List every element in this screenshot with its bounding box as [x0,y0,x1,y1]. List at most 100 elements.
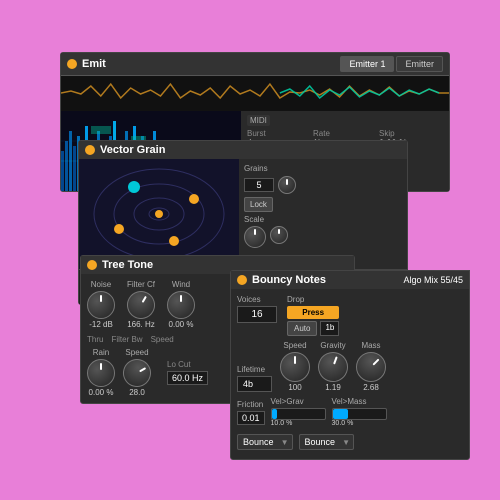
speed-label-tt: Speed [151,335,174,344]
drop-1b: 1b [320,321,339,336]
friction-label: Friction [237,400,265,409]
noise-value: -12 dB [89,320,113,329]
bn-vel-grav-col: Vel>Grav 10.0 % [271,397,326,427]
vg-status-dot [85,145,95,155]
lock-button[interactable]: Lock [244,197,273,212]
vg-title-bar: Vector Grain [79,141,407,159]
vg-body: Grains 5 Lock Scale [79,159,407,269]
vg-title: Vector Grain [100,144,165,156]
bounce1-label: Bounce [243,437,274,447]
filter-cf-value: 166. Hz [127,320,155,329]
emit-title: Emit [82,58,106,70]
emit-tab-2[interactable]: Emitter [396,56,443,72]
vg-right: Grains 5 Lock Scale [239,159,407,269]
drop-auto-button[interactable]: Auto [287,321,317,336]
friction-value: 0.01 [237,411,265,425]
bn-body: Voices 16 Drop Press Auto 1b Lifetime 4b… [231,289,469,459]
mass-label: Mass [361,341,380,350]
tt-lo-cut-col: Lo Cut 60.0 Hz [167,360,208,385]
vel-grav-bar[interactable] [271,408,326,420]
vel-grav-value: 10.0 % [271,420,326,427]
midi-label: MIDI [247,115,270,126]
vel-mass-label: Vel>Mass [332,397,387,406]
tt-wind-col: Wind 0.00 % [167,280,195,329]
algo-value: 55/45 [440,275,463,285]
bn-algo: Algo Mix 55/45 [403,275,463,285]
filter-bw-label: Filter Bw [111,335,142,344]
scale-knob-2[interactable] [270,226,288,244]
tt-filter-cf-col: Filter Cf 166. Hz [127,280,155,329]
bn-row1: Voices 16 Drop Press Auto 1b [237,295,463,336]
tt-title: Tree Tone [102,259,153,271]
vg-orbit [79,159,239,269]
vg-grains-section: Grains 5 Lock [244,164,402,212]
bn-status-dot [237,275,247,285]
scale-label: Scale [244,215,264,224]
bn-vel-mass-col: Vel>Mass 30.0 % [332,397,387,427]
grains-value[interactable]: 5 [244,178,274,192]
wind-knob[interactable] [167,291,195,319]
drop-press-button[interactable]: Press [287,306,339,319]
vel-mass-value: 30.0 % [332,420,387,427]
tt-noise-col: Noise -12 dB [87,280,115,329]
chevron-down-icon-1: ▼ [281,438,289,447]
bn-title-bar: Bouncy Notes Algo Mix 55/45 [231,271,469,289]
bn-friction-row: Friction 0.01 Vel>Grav 10.0 % Vel>Mass 3… [237,397,463,427]
bn-drop-col: Drop Press Auto 1b [287,295,339,336]
rain-value: 0.00 % [89,388,114,397]
gravity-knob[interactable] [314,348,352,386]
grains-knob[interactable] [278,176,296,194]
filter-cf-knob[interactable] [122,286,160,324]
lifetime-value[interactable]: 4b [237,376,272,392]
tt-rain-col: Rain 0.00 % [87,348,115,397]
skip-label: Skip [379,129,443,138]
bounce-dropdown-1[interactable]: Bounce ▼ [237,434,293,450]
wind-label: Wind [172,280,190,289]
vel-mass-bar[interactable] [332,408,387,420]
emit-waveform [61,76,449,111]
rate-label: Rate [313,129,377,138]
mass-knob[interactable] [350,346,392,388]
bouncy-notes-panel: Bouncy Notes Algo Mix 55/45 Voices 16 Dr… [230,270,470,460]
vel-grav-label: Vel>Grav [271,397,326,406]
tt-speed-col: Speed 28.0 [123,348,151,397]
drop-label: Drop [287,295,339,304]
voices-value[interactable]: 16 [237,306,277,323]
thru-label: Thru [87,335,103,344]
bn-speed-group: Speed 100 [280,341,310,392]
emit-status-dot [67,59,77,69]
bn-mass-group: Mass 2.68 [356,341,386,392]
noise-knob[interactable] [87,291,115,319]
scale-knob[interactable] [244,226,266,248]
rain-label: Rain [93,348,109,357]
burst-label: Burst [247,129,311,138]
emit-tab-1[interactable]: Emitter 1 [340,56,394,72]
lo-cut-label: Lo Cut [167,360,208,369]
filter-cf-label: Filter Cf [127,280,155,289]
bounce-dropdowns: Bounce ▼ Bounce ▼ [237,431,463,453]
bn-gravity-group: Gravity 1.19 [318,341,348,392]
lifetime-label: Lifetime [237,365,272,374]
mass-value: 2.68 [363,383,379,392]
gravity-value: 1.19 [325,383,341,392]
bn-voices-col: Voices 16 [237,295,277,336]
wind-value: 0.00 % [169,320,194,329]
bn-title: Bouncy Notes [252,274,326,286]
speed-knob-bn[interactable] [280,352,310,382]
bn-friction-col: Friction 0.01 [237,400,265,425]
bn-row2: Lifetime 4b Speed 100 Gravity 1.19 Mass … [237,341,463,392]
speed-value-bn: 100 [288,383,301,392]
drop-auto-row: Auto 1b [287,321,339,336]
speed-knob[interactable] [118,354,156,392]
grains-label: Grains [244,164,402,173]
bounce-dropdown-2[interactable]: Bounce ▼ [299,434,355,450]
gravity-label: Gravity [320,341,345,350]
voices-label: Voices [237,295,277,304]
speed-label: Speed [125,348,148,357]
tt-status-dot [87,260,97,270]
speed-label-bn: Speed [283,341,306,350]
lo-cut-value: 60.0 Hz [167,371,208,385]
bn-lifetime-col: Lifetime 4b [237,365,272,392]
emit-tabs: Emitter 1 Emitter [340,56,443,72]
rain-knob[interactable] [87,359,115,387]
